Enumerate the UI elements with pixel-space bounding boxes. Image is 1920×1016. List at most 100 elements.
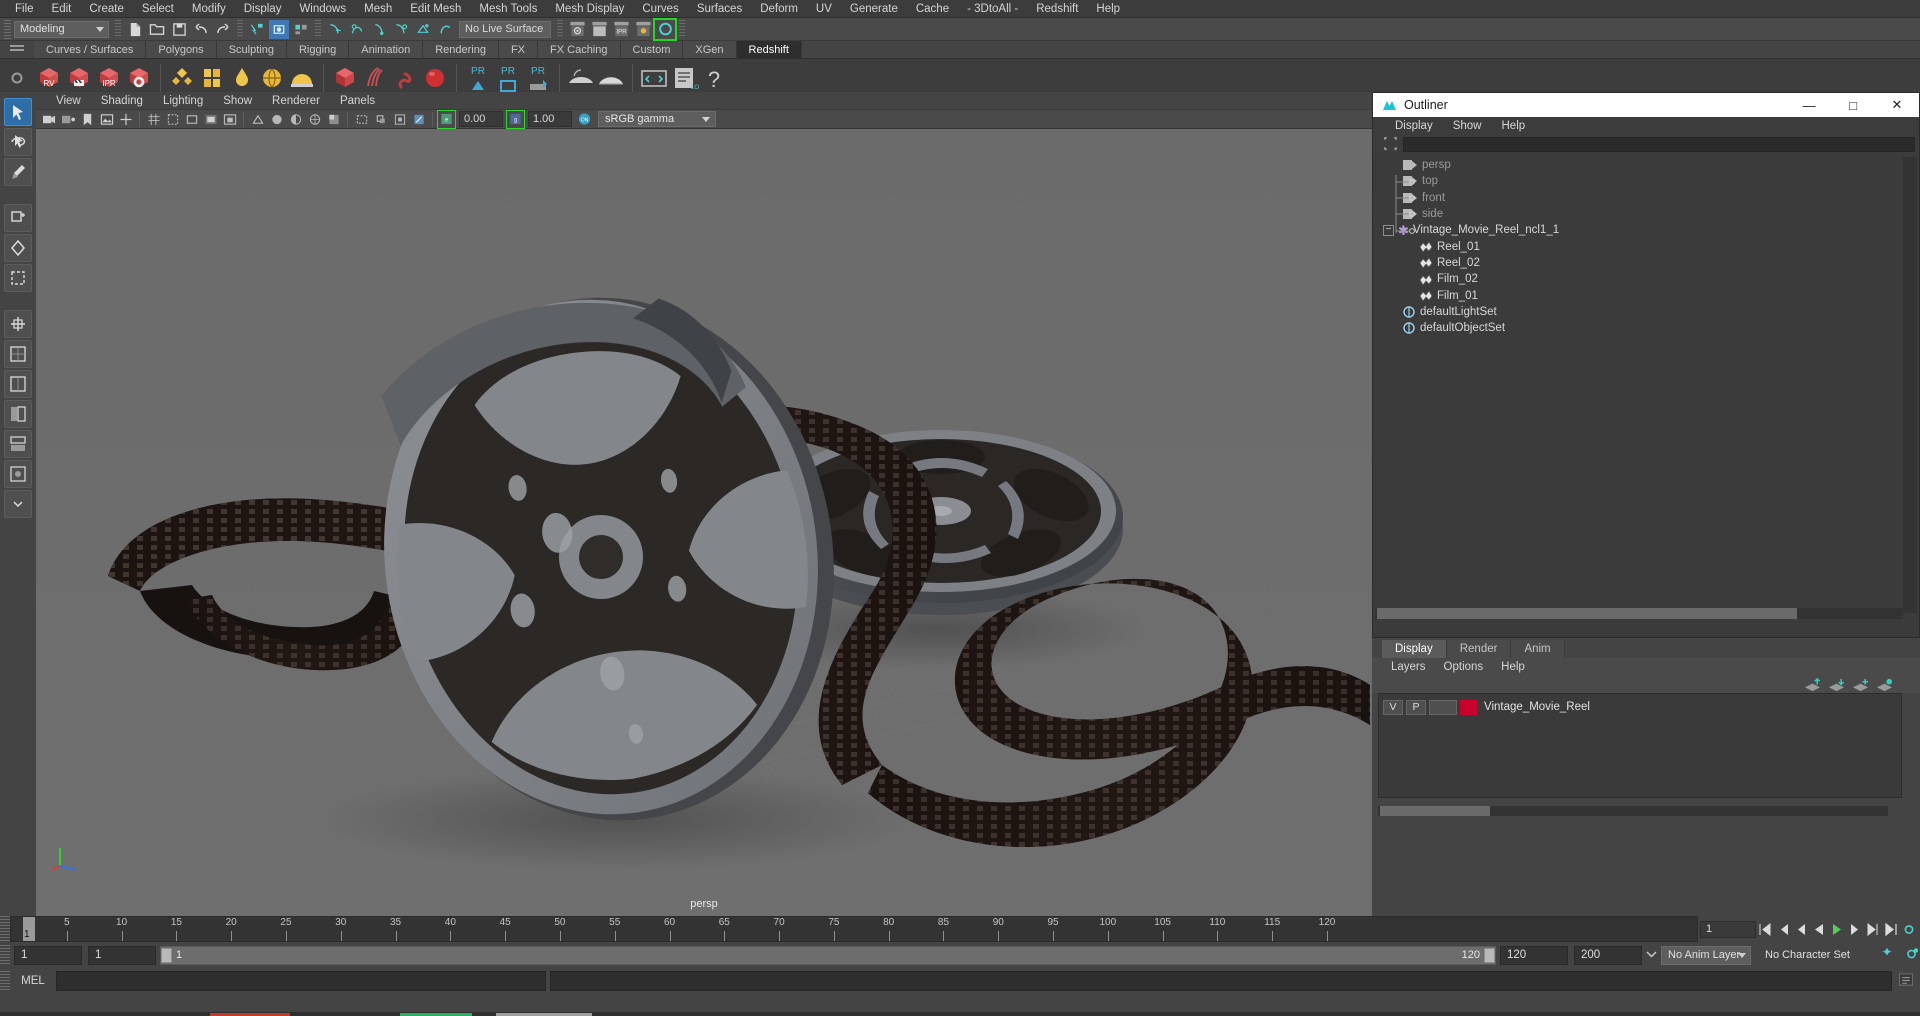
file-group-grip[interactable] <box>115 20 121 38</box>
wireframe-shading-icon[interactable] <box>249 111 266 128</box>
options-menu[interactable]: Options <box>1435 661 1493 673</box>
outliner-row[interactable]: persp <box>1375 157 1903 173</box>
play-backwards-icon[interactable] <box>1811 921 1827 938</box>
select-camera-icon[interactable] <box>41 111 58 128</box>
layer-list-horizontal-scrollbar[interactable] <box>1378 806 1888 816</box>
shadows-icon[interactable] <box>372 111 389 128</box>
script-editor-icon[interactable] <box>1898 972 1914 990</box>
range-slider-grip[interactable] <box>0 945 10 965</box>
gate-mask-icon[interactable] <box>202 111 219 128</box>
layout-more-button[interactable] <box>4 490 32 518</box>
outliner-tree[interactable]: persp top front side − ✱ Vintage_Movie_Reel_nc… <box>1375 157 1903 613</box>
viewport-menu-bar[interactable]: View Shading Lighting Show Renderer Pane… <box>36 92 1372 109</box>
layer-editor-toolbar[interactable] <box>1372 675 1920 693</box>
exposure-toggle-icon[interactable]: e <box>437 109 456 129</box>
shelf-tab-xgen[interactable]: XGen <box>683 41 737 58</box>
snap-to-point-icon[interactable] <box>369 20 389 39</box>
menu-item-create[interactable]: Create <box>80 0 133 18</box>
range-end-time-field[interactable]: 120 <box>1500 945 1568 965</box>
command-output-field[interactable] <box>550 971 1892 991</box>
camera-attributes-icon[interactable] <box>60 111 77 128</box>
viewport-tool-bar[interactable]: e 0.00 g 1.00 ON sRGB gamma <box>36 109 1372 129</box>
select-tool-button[interactable] <box>4 98 32 126</box>
render-sequence-icon[interactable] <box>589 20 609 39</box>
shelf-button-volume-scatter[interactable] <box>566 62 596 94</box>
image-plane-icon[interactable] <box>98 111 115 128</box>
select-by-object-type-icon[interactable] <box>269 19 289 39</box>
shelf-tab-curves-surfaces[interactable]: Curves / Surfaces <box>34 41 147 58</box>
layer-playback-toggle[interactable]: P <box>1406 699 1426 715</box>
shelf-button-code-editor[interactable] <box>639 62 669 94</box>
shelf-button-dome-light[interactable] <box>287 62 317 94</box>
maximize-button[interactable]: □ <box>1831 93 1875 117</box>
viewport-3d[interactable]: persp <box>36 129 1372 916</box>
gamma-field[interactable]: 1.00 <box>528 111 572 127</box>
wireframe-on-shaded-icon[interactable] <box>306 111 323 128</box>
time-slider[interactable]: 1 5 10 15 20 25 30 35 40 45 50 55 60 65 70 75 80 85 90 95 1… <box>10 916 1698 942</box>
menu-item-curves[interactable]: Curves <box>633 0 687 18</box>
single-perspective-layout-button[interactable] <box>4 340 32 368</box>
move-tool-button[interactable] <box>4 204 32 232</box>
show-manipulator-tool-button[interactable] <box>4 310 32 338</box>
step-back-key-icon[interactable] <box>1775 921 1791 938</box>
undo-icon[interactable] <box>191 20 211 39</box>
scrollbar-thumb[interactable] <box>1377 608 1797 619</box>
tab-render[interactable]: Render <box>1446 640 1512 658</box>
film-gate-icon[interactable] <box>164 111 181 128</box>
shelf-tab-fx[interactable]: FX <box>498 41 539 58</box>
rotate-tool-button[interactable] <box>4 234 32 262</box>
range-slider[interactable]: 1 120 <box>160 945 1496 965</box>
smooth-shade-all-icon[interactable] <box>268 111 285 128</box>
render-group-grip[interactable] <box>557 20 563 38</box>
shelf-tab-rigging[interactable]: Rigging <box>286 41 350 58</box>
expander-toggle[interactable]: − <box>1383 224 1394 236</box>
outliner-menu-bar[interactable]: Display Show Help <box>1373 117 1919 135</box>
motion-blur-icon[interactable] <box>410 111 427 128</box>
outliner-menu-show[interactable]: Show <box>1443 120 1492 132</box>
menu-item-select[interactable]: Select <box>133 0 183 18</box>
shelf-tab-sculpting[interactable]: Sculpting <box>216 41 287 58</box>
outliner-row[interactable]: top <box>1375 173 1903 189</box>
menu-item-redshift[interactable]: Redshift <box>1027 0 1087 18</box>
gamma-toggle-icon[interactable]: g <box>506 109 525 129</box>
scale-tool-button[interactable] <box>4 264 32 292</box>
snap-to-projected-center-icon[interactable] <box>391 20 411 39</box>
close-button[interactable]: ✕ <box>1875 93 1919 117</box>
shelf-button-pr-proxy[interactable]: PR <box>463 62 493 94</box>
menu-item-surfaces[interactable]: Surfaces <box>688 0 751 18</box>
menu-item-file[interactable]: File <box>6 0 43 18</box>
outliner-row[interactable]: − ✱ Vintage_Movie_Reel_ncl1_1 <box>1375 222 1903 238</box>
outliner-horizontal-scrollbar[interactable] <box>1375 608 1903 619</box>
shelf-tab-custom[interactable]: Custom <box>620 41 684 58</box>
shelf-button-pr-plane[interactable]: PR <box>493 62 523 94</box>
shelf-button-grid-material[interactable] <box>197 62 227 94</box>
range-slider-left-handle[interactable] <box>161 947 172 963</box>
shelf-button-sphere-light[interactable] <box>420 62 450 94</box>
color-management-selector[interactable]: sRGB gamma <box>598 111 716 127</box>
viewport-menu-lighting[interactable]: Lighting <box>153 95 213 107</box>
search-filter-icon[interactable] <box>1383 136 1399 152</box>
time-slider-grip[interactable] <box>0 916 10 942</box>
animation-preferences-gear-icon[interactable] <box>1903 946 1920 965</box>
animation-start-time-field[interactable]: 1 <box>14 945 82 965</box>
exposure-field[interactable]: 0.00 <box>459 111 503 127</box>
command-input-field[interactable] <box>56 971 546 991</box>
status-line-end-grip[interactable] <box>679 20 685 38</box>
snap-to-view-plane-icon[interactable] <box>413 20 433 39</box>
resolution-gate-icon[interactable] <box>183 111 200 128</box>
texture-display-icon[interactable] <box>325 111 342 128</box>
step-forward-frame-icon[interactable] <box>1847 921 1863 938</box>
use-all-lights-icon[interactable] <box>353 111 370 128</box>
menu-item-edit[interactable]: Edit <box>43 0 81 18</box>
character-set-selector[interactable]: No Character Set <box>1759 946 1869 965</box>
playback-options-icon[interactable] <box>1646 948 1657 962</box>
command-line-grip[interactable] <box>0 971 10 991</box>
make-live-icon[interactable] <box>435 20 455 39</box>
shelf-button-sky-material[interactable] <box>257 62 287 94</box>
paint-select-tool-button[interactable] <box>4 158 32 186</box>
outliner-row[interactable]: front <box>1375 190 1903 206</box>
render-current-frame-icon[interactable] <box>567 20 587 39</box>
play-forwards-icon[interactable] <box>1829 921 1845 938</box>
shelf-button-clapperboard[interactable] <box>64 62 94 94</box>
new-layer-icon[interactable] <box>1851 677 1870 692</box>
